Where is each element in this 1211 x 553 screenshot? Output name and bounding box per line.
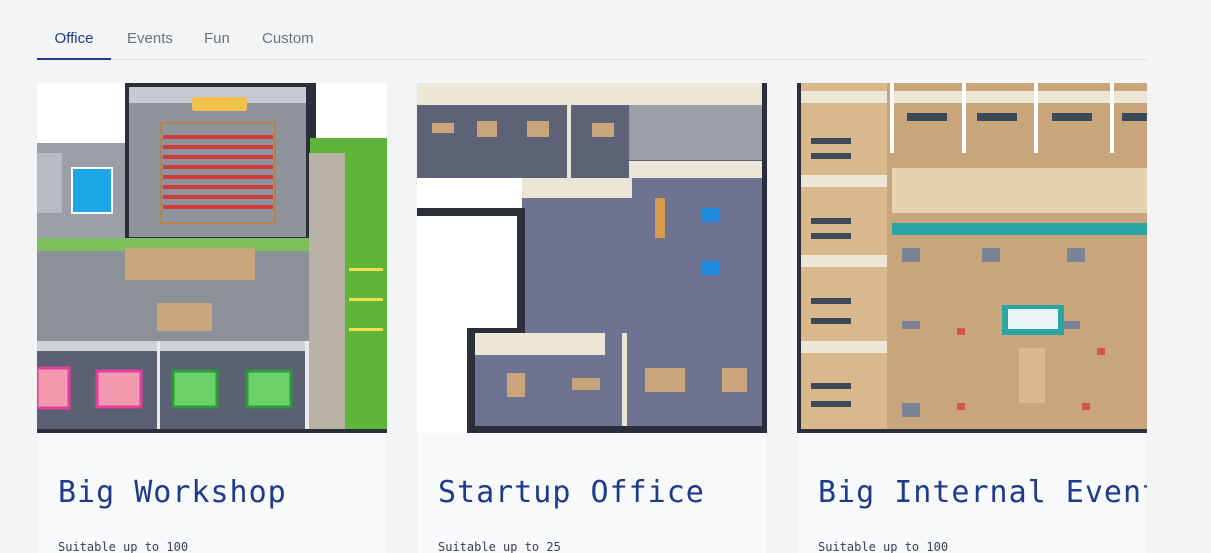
tab-office[interactable]: Office [37,30,111,60]
card-title: Big Internal Event [818,475,1147,510]
template-card-big-workshop[interactable]: Big Workshop Suitable up to 100 [37,83,387,553]
card-title: Startup Office [438,475,705,510]
card-title: Big Workshop [58,475,287,510]
template-card-big-internal-event[interactable]: Big Internal Event Suitable up to 100 [797,83,1147,553]
tab-fun[interactable]: Fun [204,30,230,58]
template-card-startup-office[interactable]: Startup Office Suitable up to 25 [417,83,767,553]
big-internal-event-map-preview [797,83,1147,433]
template-category-tabs: Office Events Fun Custom [37,18,1147,60]
big-workshop-map-preview [37,83,387,433]
tab-events[interactable]: Events [127,30,173,58]
tab-custom[interactable]: Custom [262,30,314,58]
startup-office-map-preview [417,83,767,433]
